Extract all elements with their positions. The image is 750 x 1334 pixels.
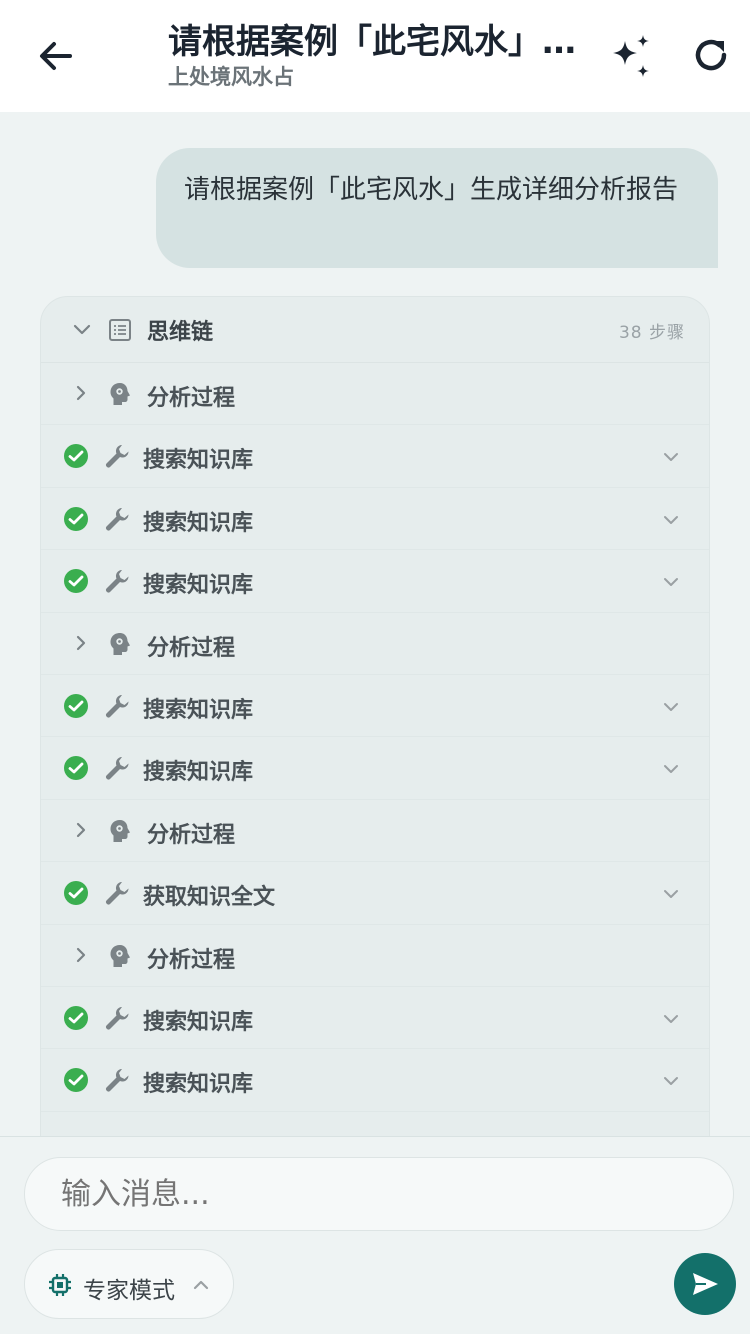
tool-step-row[interactable]: 搜索知识库 — [41, 675, 709, 738]
ai-sparkle-button[interactable] — [604, 30, 658, 84]
analysis-step-row[interactable]: 分析过程 — [41, 613, 709, 675]
list-icon — [109, 319, 131, 341]
step-label: 搜索知识库 — [143, 1009, 254, 1035]
step-label: 分析过程 — [147, 635, 236, 661]
chevron-up-icon — [193, 1280, 209, 1290]
check-circle-icon — [64, 506, 88, 531]
chain-header[interactable]: 思维链 38 步骤 — [41, 297, 709, 363]
chevron-right-icon — [76, 635, 86, 650]
chain-title: 思维链 — [147, 320, 214, 345]
arrow-left-icon — [40, 42, 72, 70]
brain-head-icon — [110, 944, 130, 967]
mode-label: 专家模式 — [83, 1278, 175, 1304]
chip-icon — [49, 1274, 71, 1296]
chevron-down-icon — [73, 324, 91, 335]
wrench-icon — [106, 882, 129, 905]
chevron-right-icon — [76, 822, 86, 837]
wrench-icon — [106, 445, 129, 468]
step-label: 搜索知识库 — [143, 760, 254, 786]
step-label: 搜索知识库 — [143, 1072, 254, 1098]
check-circle-icon — [64, 569, 88, 594]
refresh-icon — [695, 39, 727, 71]
refresh-button[interactable] — [688, 32, 734, 78]
step-label: 搜索知识库 — [143, 697, 254, 723]
check-circle-icon — [64, 1068, 88, 1093]
page-title: 请根据案例「此宅风水」生成详细分析报告 — [168, 22, 578, 62]
send-button[interactable] — [674, 1253, 736, 1315]
step-label: 搜索知识库 — [143, 573, 254, 599]
step-label: 分析过程 — [147, 947, 236, 973]
chevron-down-icon[interactable] — [661, 572, 681, 592]
tool-step-row[interactable]: 获取知识全文 — [41, 862, 709, 925]
chevron-down-icon[interactable] — [661, 510, 681, 530]
chevron-right-icon — [76, 385, 86, 401]
send-icon — [693, 1273, 718, 1295]
analysis-step-row[interactable]: 分析过程 — [41, 800, 709, 863]
chevron-down-icon[interactable] — [661, 1009, 681, 1029]
tool-step-row[interactable]: 搜索知识库 — [41, 737, 709, 800]
step-label: 搜索知识库 — [143, 510, 254, 536]
chevron-down-icon[interactable] — [661, 1071, 681, 1091]
analysis-step-row[interactable]: 分析过程 — [41, 925, 709, 987]
analysis-step-row[interactable]: 分析过程 — [41, 363, 709, 426]
check-circle-icon — [64, 1005, 88, 1030]
wrench-icon — [106, 757, 129, 780]
brain-head-icon — [110, 819, 130, 842]
check-circle-icon — [64, 756, 88, 781]
step-label: 分析过程 — [147, 822, 236, 848]
top-bar: 请根据案例「此宅风水」生成详细分析报告 上处境风水占 — [0, 0, 750, 112]
tool-step-row[interactable]: 搜索知识库 — [41, 1049, 709, 1112]
wrench-icon — [106, 694, 129, 718]
chevron-down-icon[interactable] — [661, 759, 681, 779]
title-block: 请根据案例「此宅风水」生成详细分析报告 上处境风水占 — [168, 20, 578, 90]
wrench-icon — [106, 1006, 129, 1030]
message-input[interactable] — [24, 1157, 734, 1231]
wrench-icon — [106, 1069, 129, 1092]
check-circle-icon — [64, 881, 88, 906]
brain-head-icon — [110, 632, 130, 655]
tool-step-row[interactable]: 搜索知识库 — [41, 425, 709, 488]
back-button[interactable] — [30, 30, 82, 82]
page-subtitle: 上处境风水占 — [168, 65, 294, 89]
check-circle-icon — [64, 693, 88, 718]
composer: 专家模式 — [0, 1136, 750, 1334]
step-label: 分析过程 — [147, 386, 236, 411]
wrench-icon — [106, 507, 129, 531]
step-count: 38 步骤 — [618, 323, 685, 343]
tool-step-row[interactable]: 搜索知识库 — [41, 987, 709, 1050]
chevron-down-icon[interactable] — [661, 884, 681, 904]
chevron-down-icon[interactable] — [661, 697, 681, 717]
wrench-icon — [106, 570, 129, 593]
expert-mode-selector[interactable]: 专家模式 — [24, 1249, 234, 1319]
step-label: 搜索知识库 — [143, 448, 254, 474]
step-label: 获取知识全文 — [143, 885, 276, 911]
chevron-right-icon — [76, 947, 86, 962]
tool-step-row[interactable]: 搜索知识库 — [41, 550, 709, 613]
chain-step-list: 分析过程 搜索知识库 搜索知识库 搜索知识库 分析过程 搜索知识库 搜索知识库 分析过程 获取知… — [41, 363, 709, 1112]
user-message-bubble: 请根据案例「此宅风水」生成详细分析报告 — [156, 148, 718, 268]
brain-head-icon — [110, 383, 130, 405]
tool-step-row[interactable]: 搜索知识库 — [41, 488, 709, 551]
chain-of-thought-panel: 思维链 38 步骤 分析过程 搜索知识库 搜索知识库 搜索知识库 分析过程 搜索知识库 搜索… — [40, 296, 710, 1196]
sparkle-icon — [613, 35, 649, 77]
chevron-down-icon[interactable] — [661, 447, 681, 467]
chat-screen: 请根据案例「此宅风水」生成详细分析报告 上处境风水占 请根据案例「此宅风水」生成… — [0, 0, 750, 1334]
check-circle-icon — [64, 444, 88, 469]
